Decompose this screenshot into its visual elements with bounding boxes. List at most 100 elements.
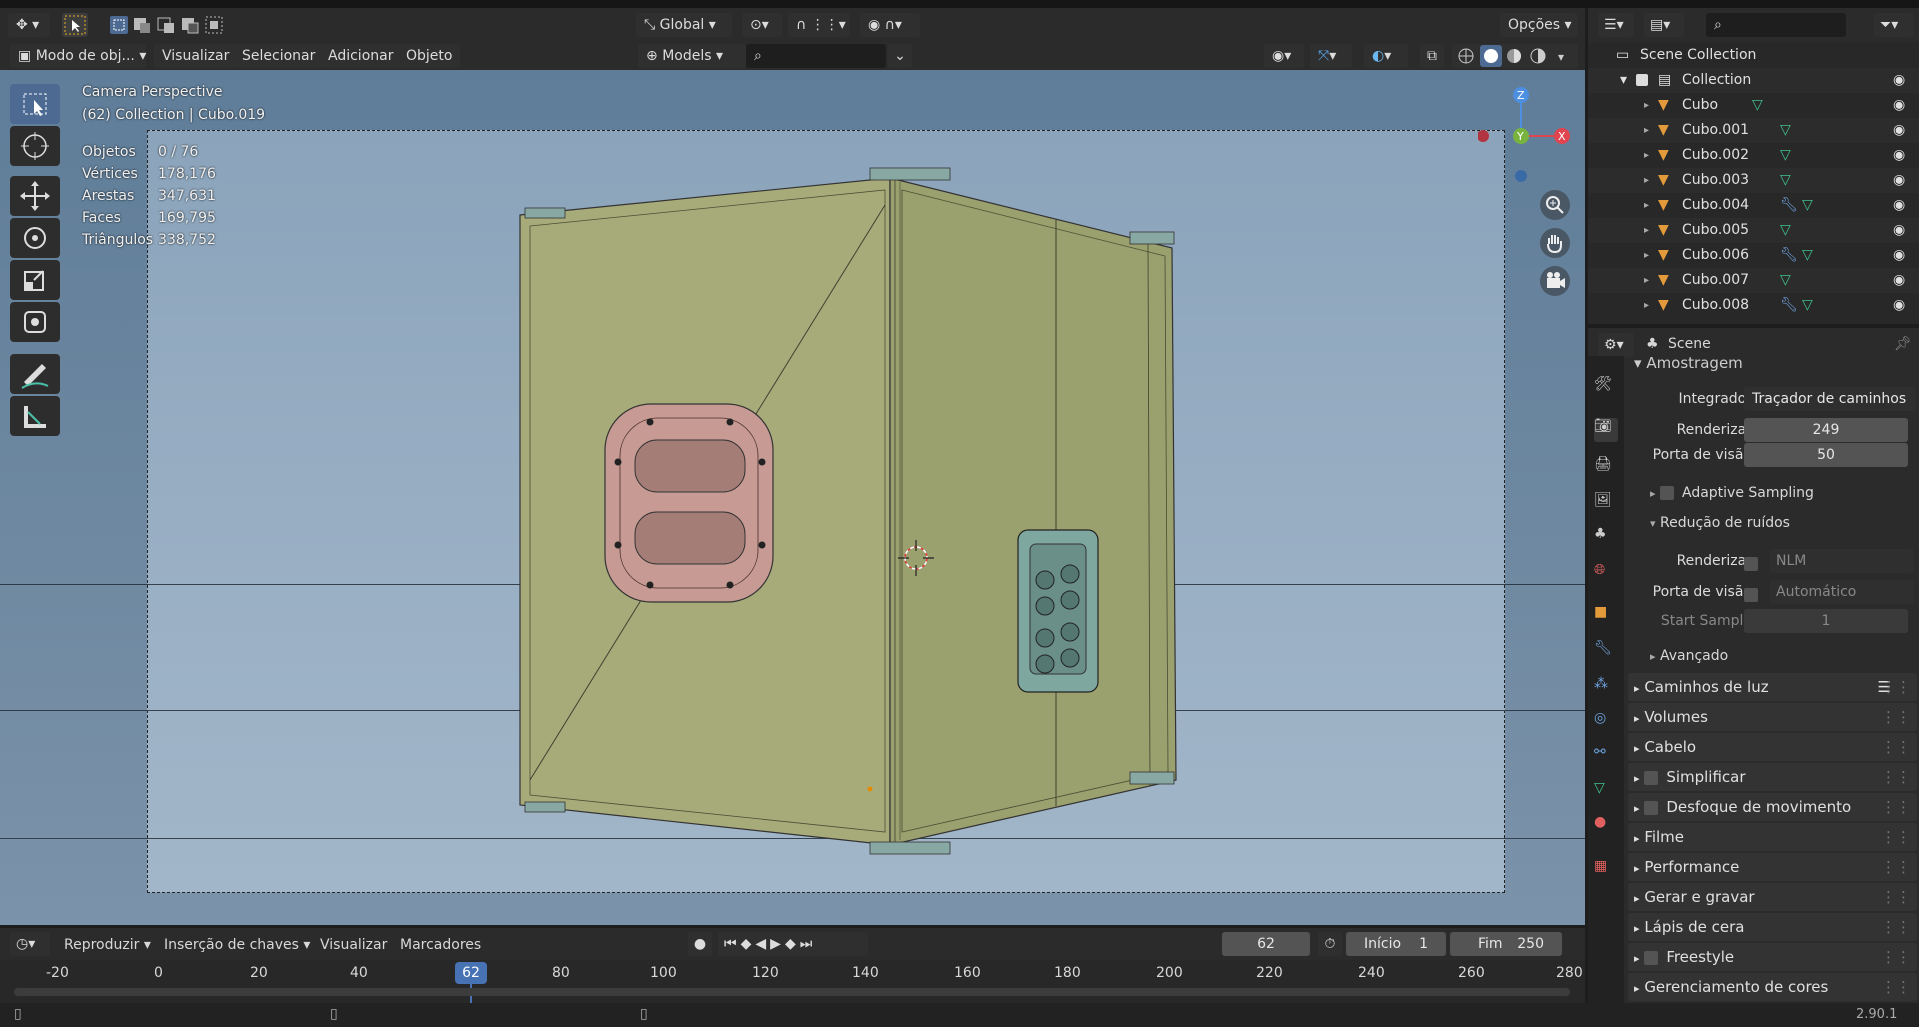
panel-simplify[interactable]: ▸ Simplificar ⋮⋮ [1628, 763, 1917, 791]
current-frame-field[interactable]: 62 [1222, 932, 1310, 956]
drag-handle-icon[interactable]: ⋮⋮ [1881, 883, 1911, 911]
material-tab-icon[interactable]: ● [1594, 814, 1618, 838]
eye-icon[interactable]: ◉ [1893, 243, 1905, 268]
panel-bake[interactable]: ▸ Gerar e gravar ⋮⋮ [1628, 883, 1917, 911]
scale-tool[interactable] [10, 260, 60, 300]
denoise-panel[interactable]: ▾ Redução de ruídos [1650, 515, 1790, 531]
timeline-scrollbar[interactable] [14, 988, 1570, 996]
expand-arrow-icon[interactable]: ▸ [1644, 143, 1649, 168]
pan-button[interactable] [1540, 228, 1570, 258]
world-tab-icon[interactable]: 🌐︎ [1594, 562, 1618, 586]
speaker-model[interactable] [500, 160, 1200, 860]
drag-handle-icon[interactable]: ⋮⋮ [1881, 703, 1911, 731]
start-frame-field[interactable]: Início 1 [1346, 932, 1446, 956]
expand-arrow-icon[interactable]: ▸ [1644, 193, 1649, 218]
physics-tab-icon[interactable]: ◎ [1594, 710, 1618, 734]
eye-icon[interactable]: ◉ [1893, 293, 1905, 318]
expand-arrow-icon[interactable]: ▸ [1644, 118, 1649, 143]
timeline-ruler[interactable]: -20 0 20 40 80 100 120 140 160 180 200 2… [0, 960, 1585, 1003]
outliner-item[interactable]: ▸ ▼ Cubo.007 ▽ ◉ [1588, 268, 1919, 293]
menu-objeto[interactable]: Objeto [398, 44, 461, 68]
panel-hair[interactable]: ▸ Cabelo ⋮⋮ [1628, 733, 1917, 761]
outliner-item[interactable]: ▸ ▼ Cubo.004 🔧︎ ▽ ◉ [1588, 193, 1919, 218]
outliner-search-input[interactable]: ⌕ [1706, 13, 1846, 37]
eye-icon[interactable]: ◉ [1893, 68, 1905, 93]
collection-filter-dropdown[interactable]: ⊕ Models ▾ [638, 44, 746, 68]
start-sample-field[interactable]: 1 [1744, 609, 1908, 633]
integrator-dropdown[interactable]: Traçador de caminhos [1744, 387, 1916, 411]
outliner-item[interactable]: ▸ ▼ Cubo.008 🔧︎ ▽ ◉ [1588, 293, 1919, 318]
panel-grease-pencil[interactable]: ▸ Lápis de cera ⋮⋮ [1628, 913, 1917, 941]
filter-toggle[interactable]: ⌄ [888, 44, 912, 68]
playhead-frame-indicator[interactable]: 62 [455, 962, 487, 984]
modifier-tab-icon[interactable]: 🔧︎ [1594, 640, 1618, 664]
options-dropdown[interactable]: Opções ▾ [1500, 13, 1578, 37]
end-frame-field[interactable]: Fim 250 [1450, 932, 1562, 956]
drag-handle-icon[interactable]: ⋮⋮ [1881, 853, 1911, 881]
eye-icon[interactable]: ◉ [1893, 118, 1905, 143]
transform-tool[interactable] [10, 302, 60, 342]
drag-handle-icon[interactable]: ⋮⋮ [1881, 973, 1911, 1001]
camera-view-button[interactable] [1540, 266, 1570, 296]
panel-light-paths[interactable]: ▸ Caminhos de luz ☰ ⋮⋮ [1628, 673, 1917, 701]
advanced-panel[interactable]: ▸ Avançado [1650, 648, 1728, 664]
menu-reproduzir[interactable]: Reproduzir ▾ [64, 937, 151, 953]
denoise-viewport-checkbox[interactable] [1744, 588, 1758, 602]
scene-tab-icon[interactable]: ♣ [1594, 526, 1618, 550]
measure-tool[interactable] [10, 396, 60, 436]
expand-arrow-icon[interactable]: ▸ [1644, 218, 1649, 243]
viewport-search-input[interactable]: ⌕ [746, 44, 886, 68]
annotate-tool[interactable] [10, 354, 60, 394]
render-samples-field[interactable]: 249 [1744, 418, 1908, 442]
checkbox-icon[interactable] [1636, 74, 1648, 86]
eye-icon[interactable]: ◉ [1893, 143, 1905, 168]
data-tab-icon[interactable]: ▽ [1594, 780, 1618, 804]
prev-keyframe-icon[interactable]: ◆ [741, 936, 756, 952]
panel-performance[interactable]: ▸ Performance ⋮⋮ [1628, 853, 1917, 881]
menu-adicionar[interactable]: Adicionar [320, 44, 402, 68]
shading-mode-group[interactable]: ▾ [1452, 44, 1578, 68]
eye-icon[interactable]: ◉ [1893, 268, 1905, 293]
sampling-section-header[interactable]: ▾ Amostragem [1634, 354, 1743, 372]
visibility-dropdown[interactable]: ◉▾ [1264, 44, 1304, 68]
jump-end-icon[interactable]: ⏭ [800, 936, 817, 952]
outliner-collection[interactable]: ▾ ▤ Collection ◉ [1588, 68, 1919, 93]
jump-start-icon[interactable]: ⏮ [724, 936, 741, 952]
menu-marcadores[interactable]: Marcadores [400, 937, 481, 953]
panel-freestyle[interactable]: ▸ Freestyle ⋮⋮ [1628, 943, 1917, 971]
playback-controls[interactable]: ⏮◆◀▶◆⏭ [718, 932, 868, 956]
output-tab-icon[interactable]: 🖨︎ [1594, 456, 1618, 480]
texture-tab-icon[interactable]: ▦ [1594, 858, 1618, 882]
record-button[interactable]: ● [688, 932, 712, 956]
expand-arrow-icon[interactable]: ▸ [1644, 268, 1649, 293]
render-tab-icon[interactable]: 📷︎ [1594, 418, 1618, 442]
play-reverse-icon[interactable]: ◀ [755, 936, 770, 952]
eye-icon[interactable]: ◉ [1893, 193, 1905, 218]
pin-icon[interactable]: 📌︎ [1894, 336, 1912, 352]
display-mode-dropdown[interactable]: ▤▾ [1644, 13, 1684, 37]
navigation-gizmo[interactable]: Z X Y [1478, 84, 1578, 184]
select-box-tool[interactable] [10, 84, 60, 124]
tool-tab-icon[interactable]: 🛠︎ [1594, 376, 1618, 400]
menu-visualizar[interactable]: Visualizar [154, 44, 238, 68]
denoise-viewport-dropdown[interactable]: Automático [1770, 580, 1914, 604]
drag-handle-icon[interactable]: ⋮⋮ [1881, 763, 1911, 791]
denoise-render-dropdown[interactable]: NLM [1770, 549, 1914, 573]
xray-toggle[interactable]: ⧉ [1420, 44, 1444, 68]
overlays-dropdown[interactable]: ◐▾ [1364, 44, 1408, 68]
zoom-button[interactable] [1540, 190, 1570, 220]
constraints-tab-icon[interactable]: ⚯ [1594, 744, 1618, 768]
rotate-tool[interactable] [10, 218, 60, 258]
outliner-item[interactable]: ▸ ▼ Cubo.002 ▽ ◉ [1588, 143, 1919, 168]
eye-icon[interactable]: ◉ [1893, 218, 1905, 243]
adaptive-sampling-checkbox[interactable] [1659, 486, 1674, 500]
move-tool[interactable] [10, 176, 60, 216]
expand-arrow-icon[interactable]: ▾ [1620, 68, 1627, 93]
proportional-edit-dropdown[interactable]: ◉ ∩▾ [860, 13, 920, 37]
panel-color-management[interactable]: ▸ Gerenciamento de cores ⋮⋮ [1628, 973, 1917, 1001]
snap-dropdown[interactable]: ∩ ⋮⋮▾ [788, 13, 850, 37]
drag-handle-icon[interactable]: ⋮⋮ [1881, 793, 1911, 821]
eye-icon[interactable]: ◉ [1893, 168, 1905, 193]
expand-arrow-icon[interactable]: ▸ [1644, 93, 1649, 118]
gizmo-dropdown[interactable]: ⤧▾ [1310, 44, 1352, 68]
